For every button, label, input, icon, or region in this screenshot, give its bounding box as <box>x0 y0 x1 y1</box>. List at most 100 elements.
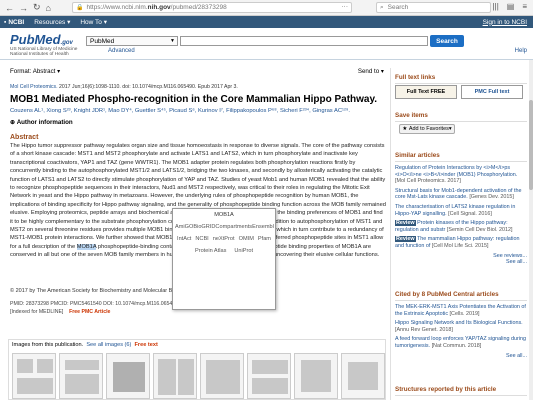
sidebar-icon[interactable]: ▤ <box>507 2 515 11</box>
search-icon: ⌕ <box>380 3 384 11</box>
popup-link[interactable]: AmiGO <box>175 224 193 230</box>
see-all-link[interactable]: See all... <box>395 353 527 360</box>
popup-link[interactable]: Compartments <box>215 224 252 230</box>
sign-in-link[interactable]: Sign in to NCBI <box>483 19 527 26</box>
browser-search-input[interactable]: ⌕ Search <box>376 2 491 13</box>
highlighted-gene[interactable]: MOB1A <box>76 243 97 250</box>
search-term-input[interactable] <box>180 36 428 46</box>
figure-thumbnail[interactable] <box>247 353 291 399</box>
popup-link[interactable]: Pfam <box>258 236 271 242</box>
similar-article-item[interactable]: Regulation of Protein Interactions by <i… <box>395 165 527 185</box>
org-name: US National Library of Medicine National … <box>10 47 78 58</box>
figure-thumbnail[interactable] <box>153 353 197 399</box>
popup-link[interactable]: UniProt <box>234 248 253 254</box>
pmc-full-text-button[interactable]: PMC Full text <box>461 85 523 99</box>
reload-icon[interactable]: ↻ <box>33 2 41 13</box>
article-title: MOB1 Mediated Phospho-recognition in the… <box>10 94 378 105</box>
popup-link[interactable]: OMIM <box>239 236 254 242</box>
see-reviews-link[interactable]: See reviews... <box>395 253 527 260</box>
gene-links-popup: MOB1A AmiGO BioGRID Compartments Ensembl… <box>172 208 276 310</box>
url-bar[interactable]: 🔒 https://www.ncbi.nlm.nih.gov/pubmed/28… <box>72 2 352 13</box>
similar-articles-heading: Similar articles <box>395 152 527 162</box>
figure-thumbnail[interactable] <box>12 353 56 399</box>
ncbi-logo-icon: ▪ <box>4 18 7 26</box>
format-bar: Format: Abstract ▾ Send to ▾ <box>10 68 384 75</box>
figure-thumbnail[interactable] <box>294 353 338 399</box>
back-icon[interactable]: ← <box>5 3 14 13</box>
dropdown-icon: ▾ <box>67 19 71 26</box>
full-text-link-button[interactable]: Full Text FREE <box>395 85 457 99</box>
cited-article-item[interactable]: Hippo Signaling Network and Its Biologic… <box>395 320 527 333</box>
send-to-menu[interactable]: Send to ▾ <box>358 68 384 75</box>
free-text-link[interactable]: Free text <box>135 342 158 348</box>
citation-line: Mol Cell Proteomics. 2017 Jun;16(6):1098… <box>10 84 238 90</box>
review-badge: Review <box>395 220 416 227</box>
page-scrollbar[interactable] <box>529 60 533 400</box>
structures-heading: Structures reported by this article <box>395 386 527 396</box>
chevron-down-icon: ▾ <box>57 68 61 75</box>
menu-icon[interactable]: ≡ <box>522 2 527 11</box>
advanced-search-link[interactable]: Advanced <box>108 48 135 54</box>
page-actions-icon[interactable]: ··· <box>342 3 349 10</box>
resources-menu[interactable]: Resources ▾ <box>34 18 70 26</box>
popup-link[interactable]: IntAct <box>177 236 191 242</box>
cited-by-box: Cited by 8 PubMed Central articles The M… <box>395 291 527 359</box>
figure-thumbnail[interactable] <box>59 353 103 399</box>
cited-article-item[interactable]: A feed forward loop enforces YAP/TAZ sig… <box>395 336 527 349</box>
figure-thumbnail[interactable] <box>106 353 150 399</box>
full-text-links-heading: Full text links <box>395 74 527 84</box>
popup-link[interactable]: Ensembl <box>252 224 274 230</box>
library-icon[interactable]: ||| <box>493 2 499 11</box>
abstract-heading: Abstract <box>10 134 39 141</box>
chevron-down-icon: ▾ <box>448 126 452 132</box>
author-info-toggle[interactable]: ⊕ Author information <box>10 119 73 126</box>
lock-icon: 🔒 <box>76 5 84 11</box>
home-icon[interactable]: ⌂ <box>46 3 51 13</box>
popup-link[interactable]: NCBI <box>195 236 208 242</box>
search-button[interactable]: Search <box>430 35 464 47</box>
scrollbar-thumb[interactable] <box>529 100 533 190</box>
save-items-box: Save items <box>395 112 527 122</box>
chevron-down-icon: ▼ <box>170 38 175 44</box>
copyright: © 2017 by The American Society for Bioch… <box>10 288 199 294</box>
see-all-images-link[interactable]: See all images (6) <box>86 342 131 348</box>
images-panel: Images from this publication. See all im… <box>8 339 386 400</box>
howto-menu[interactable]: How To ▾ <box>80 18 107 26</box>
figure-thumbnail[interactable] <box>200 353 244 399</box>
right-sidebar: Full text links Full Text FREE PMC Full … <box>390 68 533 400</box>
popup-link[interactable]: Protein Atlas <box>195 248 226 254</box>
database-select[interactable]: PubMed ▼ <box>86 36 178 46</box>
format-select[interactable]: Format: Abstract ▾ <box>10 68 60 75</box>
similar-article-item[interactable]: Review The mammalian Hippo pathway: regu… <box>395 236 527 249</box>
pubmed-logo[interactable]: PubMed.gov <box>10 32 73 47</box>
expand-icon: ⊕ <box>10 119 16 126</box>
structures-box: Structures reported by this article <box>395 386 527 396</box>
popup-link[interactable]: BioGRID <box>193 224 215 230</box>
free-pmc-link[interactable]: Free PMC Article <box>69 309 110 315</box>
similar-article-item[interactable]: Structural basis for Mob1-dependent acti… <box>395 188 527 201</box>
chevron-down-icon: ▾ <box>380 68 384 75</box>
similar-article-item[interactable]: Review Protein kinases of the Hippo path… <box>395 220 527 233</box>
dropdown-icon: ▾ <box>103 19 107 26</box>
help-link[interactable]: Help <box>515 48 527 54</box>
popup-title: MOB1A <box>214 212 234 218</box>
journal-link[interactable]: Mol Cell Proteomics. <box>10 84 58 90</box>
cited-by-heading: Cited by 8 PubMed Central articles <box>395 291 527 301</box>
see-all-link[interactable]: See all... <box>395 259 527 266</box>
full-text-links-box: Full text links <box>395 74 527 84</box>
figure-thumbnail[interactable] <box>341 353 385 399</box>
similar-article-item[interactable]: The characterisation of LATS2 kinase reg… <box>395 204 527 217</box>
nav-buttons: ← → ↻ ⌂ <box>0 2 70 13</box>
save-items-heading: Save items <box>395 112 527 122</box>
article-ids: PMID: 28373298 PMCID: PMC5461540 DOI: 10… <box>10 301 179 315</box>
ncbi-logo[interactable]: ▪ NCBI <box>4 19 24 26</box>
star-icon: ★ <box>402 126 408 132</box>
add-to-favorites-button[interactable]: ★ Add to Favorites ▾ <box>399 124 455 134</box>
popup-link[interactable]: neXtProt <box>213 236 235 242</box>
author-list[interactable]: Couzens AL¹, Xiong S²³, Knight JDR¹, Mao… <box>10 108 384 114</box>
similar-articles-box: Similar articles Regulation of Protein I… <box>395 152 527 266</box>
review-badge: Review <box>395 236 416 243</box>
forward-icon[interactable]: → <box>19 3 28 13</box>
browser-toolbar: ← → ↻ ⌂ 🔒 https://www.ncbi.nlm.nih.gov/p… <box>0 0 533 16</box>
cited-article-item[interactable]: The MEK-ERK-MST1 Axis Potentiates the Ac… <box>395 304 527 317</box>
